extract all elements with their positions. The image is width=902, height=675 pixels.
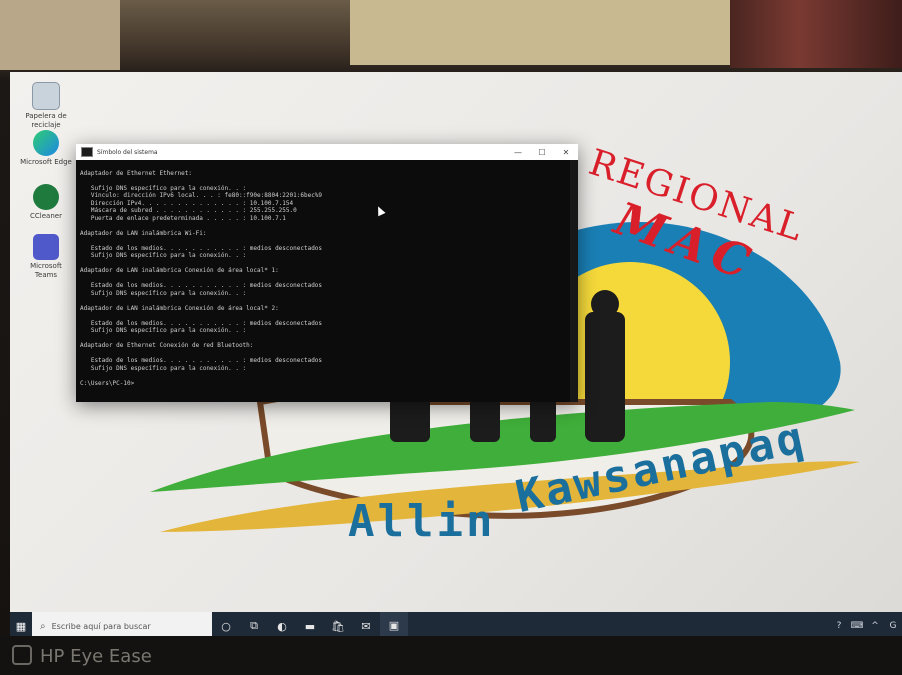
console-line: Adaptador de LAN inalámbrica Conexión de… xyxy=(80,267,279,274)
console-line: Adaptador de LAN inalámbrica Wi-Fi: xyxy=(80,229,207,237)
console-scrollbar[interactable] xyxy=(570,160,578,402)
window-title: Símbolo del sistema xyxy=(97,148,158,156)
console-line: Vínculo: dirección IPv6 local. . . : fe8… xyxy=(80,192,323,199)
window-controls: — ☐ ✕ xyxy=(506,144,578,160)
monitor-logo-icon xyxy=(12,645,32,665)
console-line: Máscara de subred . . . . . . . . . . . … xyxy=(80,207,297,214)
search-icon: ⌕ xyxy=(40,620,46,632)
desktop-icon-label: Microsoft Teams xyxy=(30,262,62,279)
app-icon xyxy=(33,184,59,210)
desktop-icon-label: Papelera de reciclaje xyxy=(25,112,67,129)
minimize-button[interactable]: — xyxy=(506,144,530,160)
maximize-button[interactable]: ☐ xyxy=(530,144,554,160)
console-line: C:\Users\PC-10> xyxy=(80,379,135,387)
console-line: Sufijo DNS específico para la conexión. … xyxy=(80,252,247,259)
command-prompt-window[interactable]: Símbolo del sistema — ☐ ✕ Adaptador de E… xyxy=(76,144,578,402)
close-button[interactable]: ✕ xyxy=(554,144,578,160)
desktop-icon-recycle-bin[interactable]: Papelera de reciclaje xyxy=(18,82,74,130)
room-wall xyxy=(350,0,730,65)
room-wall-left xyxy=(0,0,120,70)
desktop-icon-label: CCleaner xyxy=(30,212,62,220)
search-placeholder: Escribe aquí para buscar xyxy=(51,621,151,631)
console-line: Sufijo DNS específico para la conexión. … xyxy=(80,327,247,334)
console-line: Adaptador de Ethernet Conexión de red Bl… xyxy=(80,342,254,349)
console-line: Estado de los medios. . . . . . . . . . … xyxy=(80,244,323,252)
console-line: Sufijo DNS específico para la conexión. … xyxy=(80,289,247,297)
desktop-screen: REGIONAL MAC Allin Kawsanapaq Papelera d… xyxy=(10,72,902,640)
console-line: Adaptador de LAN inalámbrica Conexión de… xyxy=(80,304,279,312)
console-line: Adaptador de Ethernet Ethernet: xyxy=(80,169,192,177)
console-line: Sufijo DNS específico para la conexión. … xyxy=(80,364,247,372)
cmd-app-icon xyxy=(81,147,93,157)
window-titlebar[interactable]: Símbolo del sistema — ☐ ✕ xyxy=(76,144,578,160)
room-curtain xyxy=(730,0,902,68)
desktop-icon-teams[interactable]: Microsoft Teams xyxy=(18,234,74,280)
recycle-bin-icon xyxy=(32,82,60,110)
console-line: Estado de los medios. . . . . . . . . . … xyxy=(80,319,323,327)
console-line: Puerta de enlace predeterminada . . . . … xyxy=(80,214,286,222)
console-line: Dirección IPv4. . . . . . . . . . . . . … xyxy=(80,199,294,207)
wallpaper-allin-text: Allin xyxy=(348,496,496,547)
edge-icon xyxy=(33,130,59,156)
desktop-icon-label: Microsoft Edge xyxy=(20,158,72,166)
desktop-icon-edge[interactable]: Microsoft Edge xyxy=(18,130,74,167)
teams-icon xyxy=(33,234,59,260)
console-output[interactable]: Adaptador de Ethernet Ethernet: Sufijo D… xyxy=(76,160,578,400)
console-line: Sufijo DNS específico para la conexión. … xyxy=(80,184,247,192)
console-line: Estado de los medios. . . . . . . . . . … xyxy=(80,282,323,289)
monitor-brand-label: HP Eye Ease xyxy=(40,646,152,667)
console-line: Estado de los medios. . . . . . . . . . … xyxy=(80,357,323,364)
desktop-icon-ccleaner[interactable]: CCleaner xyxy=(18,184,74,221)
